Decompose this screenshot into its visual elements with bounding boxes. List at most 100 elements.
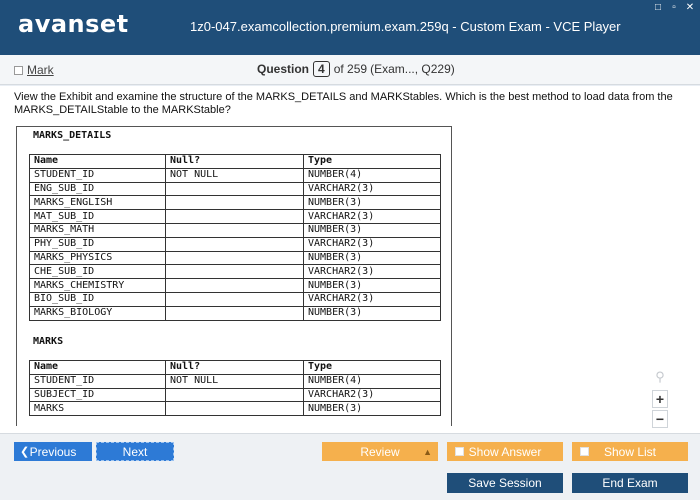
table-cell: VARCHAR2(3) [303, 291, 441, 307]
question-total: of 259 [333, 62, 368, 76]
zoom-controls: ⚲ + − [652, 370, 668, 430]
table-row: ENG_SUB_ID VARCHAR2(3) [29, 181, 441, 197]
next-button[interactable]: Next [96, 442, 174, 461]
exhibit-table-title: MARKS_DETAILS [33, 130, 112, 141]
table-cell: CHE_SUB_ID [29, 264, 166, 280]
table-cell: ENG_SUB_ID [29, 181, 166, 197]
table-row: MARKS NUMBER(3) [29, 401, 441, 417]
table-row: MARKS_CHEMISTRY NUMBER(3) [29, 278, 441, 293]
previous-button[interactable]: ❮ Previous [14, 442, 92, 461]
table-row: SUBJECT_ID VARCHAR2(3) [29, 387, 441, 403]
table-cell: NUMBER(4) [303, 373, 441, 389]
show-answer-button[interactable]: Show Answer [447, 442, 563, 461]
title-bar: avanset 1z0-047.examcollection.premium.e… [0, 0, 700, 55]
close-icon[interactable]: ✕ [684, 2, 696, 14]
table-cell: VARCHAR2(3) [303, 387, 441, 403]
table-cell: VARCHAR2(3) [303, 264, 441, 280]
footer-bar: Save Session End Exam [0, 466, 700, 500]
square-icon[interactable]: □ [652, 2, 664, 14]
table-cell [165, 387, 304, 403]
checkbox-icon[interactable] [455, 447, 464, 456]
table-row: MARKS_PHYSICS NUMBER(3) [29, 250, 441, 266]
table-cell: NUMBER(3) [303, 401, 441, 417]
table-cell [165, 236, 304, 252]
table-cell: NUMBER(3) [303, 222, 441, 238]
navigation-bar: ❮ Previous Next Review ▲ Show Answer Sho… [0, 433, 700, 466]
table-cell [165, 401, 304, 417]
table-row: BIO_SUB_ID VARCHAR2(3) [29, 291, 441, 307]
save-session-button[interactable]: Save Session [447, 473, 563, 493]
app-logo: avanset [18, 10, 129, 38]
table-cell: NUMBER(3) [303, 195, 441, 211]
table-cell: NUMBER(3) [303, 250, 441, 266]
question-number-input[interactable]: 4 [313, 61, 330, 77]
minimize-icon[interactable]: ▫ [668, 2, 680, 14]
checkbox-icon[interactable] [14, 65, 23, 75]
column-header: Type [303, 360, 441, 375]
question-label: Question [257, 62, 310, 76]
table-row: MAT_SUB_ID VARCHAR2(3) [29, 209, 441, 224]
table-row: MARKS_MATH NUMBER(3) [29, 222, 441, 238]
show-answer-label: Show Answer [468, 444, 542, 459]
table-cell [165, 209, 304, 224]
table-cell [165, 222, 304, 238]
exhibit-image: MARKS_DETAILS Name Null? Type STUDENT_ID… [16, 126, 452, 426]
table-cell: MARKS_CHEMISTRY [29, 278, 166, 293]
review-button[interactable]: Review ▲ [322, 442, 438, 461]
triangle-up-icon: ▲ [423, 446, 432, 457]
magnifier-icon: ⚲ [655, 369, 665, 384]
checkbox-icon[interactable] [580, 447, 589, 456]
previous-label: Previous [29, 444, 77, 459]
mark-label: Mark [27, 63, 54, 77]
marks-details-table: Name Null? Type STUDENT_ID NOT NULL NUMBER… [29, 154, 441, 321]
end-exam-button[interactable]: End Exam [572, 473, 688, 493]
marks-table: Name Null? Type STUDENT_ID NOT NULL NUMBER… [29, 360, 441, 417]
exam-reference: (Exam..., Q229) [370, 62, 455, 76]
table-cell: MARKS [29, 401, 166, 417]
table-cell: MARKS_BIOLOGY [29, 305, 166, 321]
table-cell [165, 264, 304, 280]
question-content: View the Exhibit and examine the structu… [0, 86, 700, 433]
next-label: Next [122, 444, 148, 459]
table-cell: MARKS_MATH [29, 222, 166, 238]
table-cell [165, 278, 304, 293]
table-cell: STUDENT_ID [29, 167, 166, 183]
table-cell [165, 291, 304, 307]
column-header: Null? [165, 360, 304, 375]
table-cell: VARCHAR2(3) [303, 181, 441, 197]
table-cell: STUDENT_ID [29, 373, 166, 389]
table-cell [165, 305, 304, 321]
window-title: 1z0-047.examcollection.premium.exam.259q… [190, 19, 621, 34]
show-list-label: Show List [603, 444, 657, 459]
table-row: CHE_SUB_ID VARCHAR2(3) [29, 264, 441, 280]
show-list-button[interactable]: Show List [572, 442, 688, 461]
table-row: MARKS_ENGLISH NUMBER(3) [29, 195, 441, 211]
review-label: Review [360, 444, 400, 459]
table-cell [165, 181, 304, 197]
table-cell: PHY_SUB_ID [29, 236, 166, 252]
table-cell: MAT_SUB_ID [29, 209, 166, 224]
table-cell: NUMBER(4) [303, 167, 441, 183]
column-header: Type [303, 154, 441, 169]
table-row: STUDENT_ID NOT NULL NUMBER(4) [29, 373, 441, 389]
table-cell [165, 250, 304, 266]
zoom-out-button[interactable]: − [652, 410, 668, 428]
table-cell: NUMBER(3) [303, 305, 441, 321]
table-cell: VARCHAR2(3) [303, 236, 441, 252]
zoom-in-button[interactable]: + [652, 390, 668, 408]
table-row: MARKS_BIOLOGY NUMBER(3) [29, 305, 441, 321]
table-cell: NOT NULL [165, 373, 304, 389]
chevron-left-icon: ❮ [20, 446, 30, 458]
table-cell: SUBJECT_ID [29, 387, 166, 403]
question-header: Mark Question 4 of 259 (Exam..., Q229) [0, 55, 700, 85]
question-counter: Question 4 of 259 (Exam..., Q229) [257, 61, 455, 77]
table-cell: NOT NULL [165, 167, 304, 183]
table-cell: VARCHAR2(3) [303, 209, 441, 224]
table-cell: BIO_SUB_ID [29, 291, 166, 307]
table-cell [165, 195, 304, 211]
table-row: STUDENT_ID NOT NULL NUMBER(4) [29, 167, 441, 183]
window-controls: □ ▫ ✕ [652, 2, 696, 14]
column-header: Name [29, 360, 166, 375]
mark-checkbox[interactable]: Mark [14, 63, 54, 77]
exhibit-table-title: MARKS [33, 336, 64, 347]
